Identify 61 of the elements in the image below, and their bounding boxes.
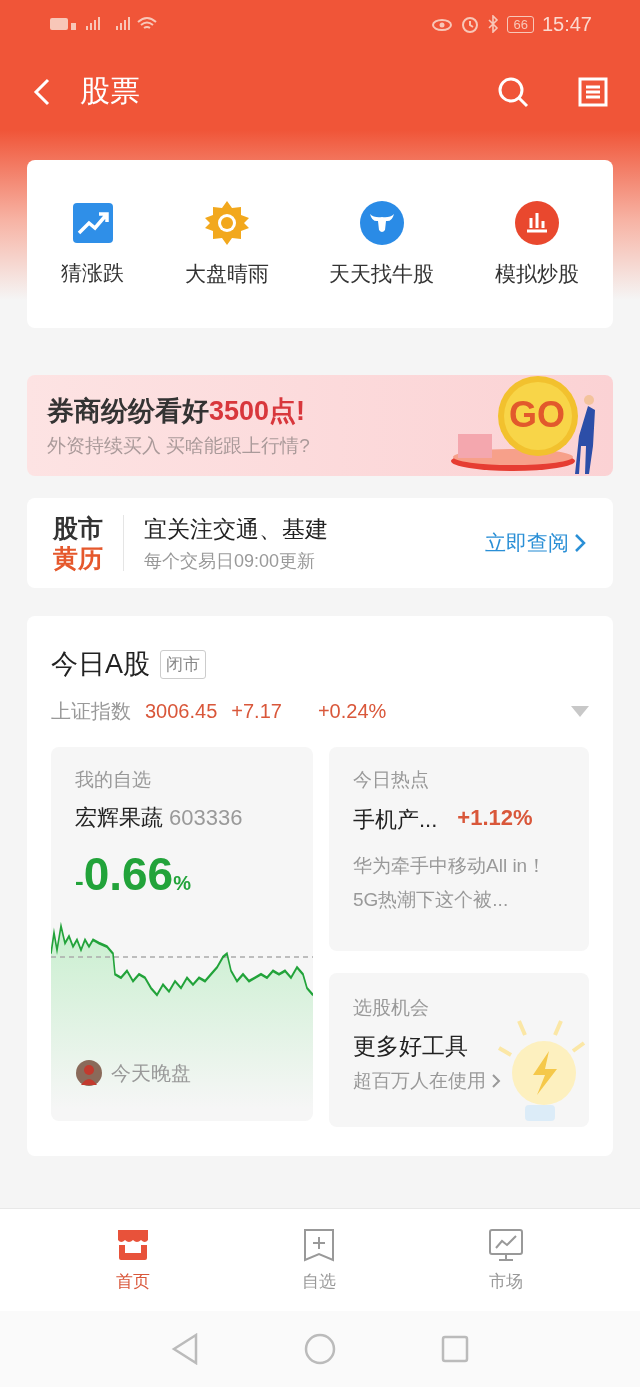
index-name: 上证指数 — [51, 699, 131, 724]
wifi-icon — [137, 17, 157, 29]
trend-icon — [70, 201, 115, 245]
chevron-right-icon — [490, 1072, 502, 1090]
page-title: 股票 — [80, 73, 140, 109]
avatar-icon — [75, 1059, 103, 1087]
bookmark-plus-icon — [302, 1227, 336, 1262]
stock-calendar-card[interactable]: 股市 黄历 宜关注交通、基建 每个交易日09:00更新 立即查阅 — [27, 498, 613, 588]
bluetooth-icon — [487, 15, 500, 33]
bull-icon — [358, 200, 405, 246]
clock-time: 15:47 — [541, 12, 592, 36]
battery-level: 66 — [507, 15, 534, 33]
tile-label: 选股机会 — [353, 996, 430, 1020]
tile-label: 今日热点 — [353, 768, 430, 792]
tools-tile[interactable]: 选股机会 更多好工具 超百万人在使用 — [329, 973, 589, 1127]
market-title: 今日A股 — [51, 648, 150, 681]
news-headline: 华为牵手中移动All in！5G热潮下这个被... — [353, 854, 548, 912]
view-now-link[interactable]: 立即查阅 — [485, 529, 587, 557]
home-nav-icon[interactable] — [304, 1333, 336, 1365]
dropdown-caret-icon[interactable] — [571, 705, 589, 718]
shortcut-item[interactable]: 模拟炒股 — [494, 200, 579, 288]
calendar-logo-top: 股市 — [53, 513, 103, 543]
signal-icon — [86, 17, 100, 30]
shortcut-item[interactable]: 大盘晴雨 — [184, 200, 269, 288]
shortcut-item[interactable]: 天天找牛股 — [329, 200, 435, 288]
tools-title: 更多好工具 — [353, 1032, 469, 1061]
hot-topic-tile[interactable]: 今日热点 手机产... +1.12% 华为牵手中移动All in！5G热潮下这个被... — [329, 747, 589, 951]
tab-bar-item[interactable]: 首页 — [96, 1227, 170, 1293]
index-change: +7.17 — [231, 700, 282, 723]
hd-voice-icon — [50, 18, 76, 30]
back-icon — [32, 76, 52, 107]
tile-label: 我的自选 — [75, 768, 152, 792]
promo-banner[interactable]: 券商纷纷看好3500点! 外资持续买入 买啥能跟上行情? GO — [27, 375, 613, 476]
monitor-chart-icon — [488, 1227, 524, 1262]
chevron-right-icon — [573, 532, 587, 554]
sun-icon — [203, 200, 250, 246]
tools-subtitle: 超百万人在使用 — [353, 1069, 486, 1093]
storefront-icon — [116, 1227, 150, 1262]
banner-headline: 券商纷纷看好3500点! — [47, 394, 307, 428]
bar-chart-icon — [513, 200, 560, 246]
shortcut-item[interactable]: 猜涨跌 — [61, 201, 125, 287]
calendar-logo-bottom: 黄历 — [53, 543, 103, 573]
evening-session-label: 今天晚盘 — [111, 1060, 191, 1086]
market-status-tag: 闭市 — [160, 649, 206, 679]
eye-icon — [431, 16, 454, 32]
sector-name: 手机产... — [353, 806, 438, 834]
back-nav-icon[interactable] — [171, 1333, 199, 1365]
go-label: GO — [509, 393, 565, 436]
stock-name: 宏辉果蔬 — [75, 804, 163, 832]
stock-code: 603336 — [169, 805, 243, 831]
alarm-icon — [461, 15, 480, 33]
calendar-title: 宜关注交通、基建 — [144, 514, 329, 544]
index-percent: +0.24% — [317, 700, 387, 723]
index-value: 3006.45 — [145, 700, 218, 723]
banner-subtitle: 外资持续买入 买啥能跟上行情? — [47, 433, 311, 458]
recents-nav-icon[interactable] — [441, 1335, 469, 1363]
sector-change: +1.12% — [457, 805, 533, 832]
watchlist-tile[interactable]: 我的自选 宏辉果蔬 603336 -0.66% 今天晚盘 — [51, 747, 313, 1121]
calendar-subtitle: 每个交易日09:00更新 — [144, 549, 317, 573]
signal-icon — [116, 17, 130, 30]
stock-change-percent: -0.66% — [75, 847, 192, 901]
